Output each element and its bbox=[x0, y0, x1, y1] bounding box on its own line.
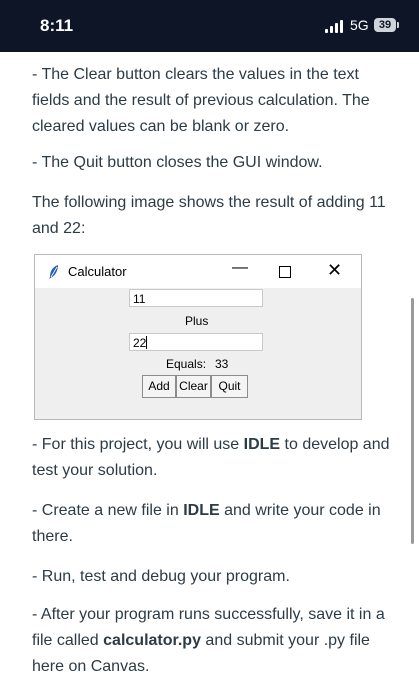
paragraph-clear-button: - The Clear button clears the values in … bbox=[32, 66, 370, 135]
clear-button: Clear bbox=[176, 375, 211, 398]
quit-button: Quit bbox=[211, 375, 248, 398]
operation-label: Plus bbox=[185, 314, 209, 328]
maximize-icon bbox=[279, 266, 291, 278]
paragraph-quit-button: - The Quit button closes the GUI window. bbox=[32, 154, 323, 171]
text-caret bbox=[146, 336, 148, 349]
network-type: 5G bbox=[350, 17, 369, 33]
battery-icon: 39 bbox=[374, 18, 396, 32]
bold-filename: calculator.py bbox=[103, 632, 201, 649]
add-button: Add bbox=[142, 375, 176, 398]
window-title: Calculator bbox=[68, 264, 127, 279]
status-time: 8:11 bbox=[40, 16, 74, 35]
calculator-titlebar: Calculator — ✕ bbox=[35, 255, 361, 288]
feather-icon bbox=[49, 265, 58, 279]
first-number-field: 11 bbox=[129, 289, 263, 307]
page-scrollbar[interactable] bbox=[411, 298, 414, 544]
equals-label: Equals: bbox=[166, 357, 207, 371]
paragraph-run-test: - Run, test and debug your program. bbox=[32, 568, 290, 585]
calculator-window-image: Calculator — ✕ 11 Plus 22 Equals: 33 Add… bbox=[34, 254, 362, 420]
status-bar: 8:11 5G 39 bbox=[0, 0, 419, 52]
bold-idle: IDLE bbox=[243, 436, 281, 453]
second-number-field: 22 bbox=[129, 333, 263, 351]
paragraph-idle: - For this project, you will use IDLE to… bbox=[32, 436, 390, 479]
battery-tip bbox=[397, 22, 399, 28]
paragraph-save-submit: - After your program runs successfully, … bbox=[32, 606, 385, 675]
minimize-icon: — bbox=[232, 259, 248, 276]
paragraph-image-intro: The following image shows the result of … bbox=[32, 194, 386, 237]
result-value: 33 bbox=[215, 357, 229, 371]
close-icon: ✕ bbox=[327, 260, 343, 280]
paragraph-new-file: - Create a new file in IDLE and write yo… bbox=[32, 502, 381, 545]
bold-idle-2: IDLE bbox=[183, 502, 220, 519]
signal-bars-icon bbox=[325, 20, 345, 33]
